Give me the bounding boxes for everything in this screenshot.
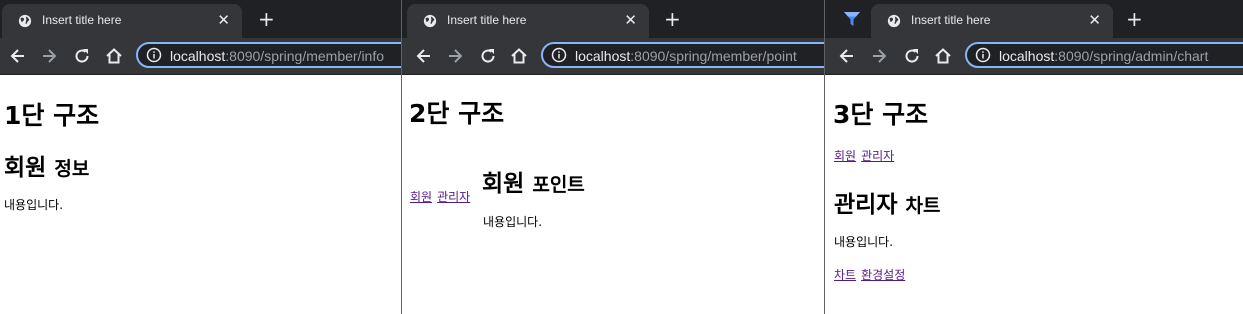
funnel-icon[interactable] [843,11,861,27]
home-icon[interactable] [933,46,953,66]
sub-menu: 차트 환경설정 [834,264,910,283]
info-icon[interactable] [146,47,162,63]
info-icon[interactable] [551,47,567,63]
url-host: localhost [999,48,1055,64]
info-icon[interactable] [975,47,991,63]
reload-icon[interactable] [902,46,922,66]
toolbar: localhost:8090/spring/member/point [402,38,824,75]
tab-active[interactable]: Insert title here ✕ [2,4,242,38]
arrow-right-icon[interactable] [869,46,889,66]
section-title: 회원 [482,171,525,197]
arrow-right-icon[interactable] [39,46,59,66]
top-menu: 회원 관리자 [834,145,899,164]
address-bar[interactable]: localhost:8090/spring/member/info [136,42,401,68]
url-host: localhost [575,48,631,64]
page-content: 1단 구조 회원 정보 내용입니다. [0,75,401,314]
arrow-left-icon[interactable] [8,46,28,66]
tab-title: Insert title here [911,13,991,27]
globe-icon [887,14,901,28]
reload-icon[interactable] [478,46,498,66]
page-content: 3단 구조 회원 관리자 관리자 차트 내용입니다. 차트 환경설정 [825,75,1243,314]
section-heading: 회원 정보 [4,148,89,182]
side-menu: 회원 관리자 [410,186,475,205]
section-subtitle: 차트 [905,195,941,217]
close-icon[interactable]: ✕ [1088,11,1101,29]
url-path: :8090/spring/member/point [630,48,797,64]
tab-strip: Insert title here ✕ + [0,0,401,38]
url-text: localhost:8090/spring/member/point [575,48,797,64]
section-subtitle: 포인트 [532,174,585,196]
browser-window-3: Insert title here ✕ + localhost:8090/spr… [825,0,1243,314]
menu-link-member[interactable]: 회원 [410,190,432,204]
body-text: 내용입니다. [4,198,64,212]
reload-icon[interactable] [72,46,92,66]
body-text: 내용입니다. [483,215,543,229]
url-path: :8090/spring/admin/chart [1054,48,1209,64]
globe-icon [18,14,32,28]
browser-window-1: Insert title here ✕ + localhost:8090/spr… [0,0,401,314]
plus-icon[interactable]: + [664,8,681,30]
browser-window-2: Insert title here ✕ + localhost:8090/spr… [402,0,824,314]
home-icon[interactable] [509,46,529,66]
home-icon[interactable] [104,46,124,66]
plus-icon[interactable]: + [1126,8,1143,30]
globe-icon [423,14,437,28]
page-title: 3단 구조 [833,100,929,129]
tab-title: Insert title here [42,13,122,27]
section-subtitle: 정보 [54,158,90,180]
tab-strip: Insert title here ✕ + [825,0,1243,38]
sub-link-chart[interactable]: 차트 [834,268,856,282]
toolbar: localhost:8090/spring/member/info [0,38,401,75]
url-text: localhost:8090/spring/admin/chart [999,48,1208,64]
section-heading: 회원 포인트 [482,164,585,198]
url-text: localhost:8090/spring/member/info [170,48,384,64]
page-title: 2단 구조 [409,99,505,128]
body-text: 내용입니다. [834,235,894,249]
menu-link-member[interactable]: 회원 [834,149,856,163]
toolbar: localhost:8090/spring/admin/chart [825,38,1243,75]
url-path: :8090/spring/member/info [225,48,385,64]
tab-title: Insert title here [447,13,527,27]
close-icon[interactable]: ✕ [624,11,637,29]
page-content: 2단 구조 회원 관리자 회원 포인트 내용입니다. [402,75,824,314]
page-title: 1단 구조 [4,101,100,130]
address-bar[interactable]: localhost:8090/spring/admin/chart [965,42,1243,68]
arrow-left-icon[interactable] [414,46,434,66]
menu-link-admin[interactable]: 관리자 [861,149,894,163]
tab-strip: Insert title here ✕ + [402,0,824,38]
section-title: 관리자 [834,192,898,218]
section-heading: 관리자 차트 [834,185,940,219]
sub-link-settings[interactable]: 환경설정 [861,268,905,282]
tab-active[interactable]: Insert title here ✕ [871,4,1113,38]
address-bar[interactable]: localhost:8090/spring/member/point [541,42,824,68]
arrow-left-icon[interactable] [837,46,857,66]
plus-icon[interactable]: + [258,8,275,30]
tab-active[interactable]: Insert title here ✕ [407,4,649,38]
close-icon[interactable]: ✕ [217,11,230,29]
url-host: localhost [170,48,226,64]
section-title: 회원 [4,155,47,181]
arrow-right-icon[interactable] [445,46,465,66]
menu-link-admin[interactable]: 관리자 [437,190,470,204]
